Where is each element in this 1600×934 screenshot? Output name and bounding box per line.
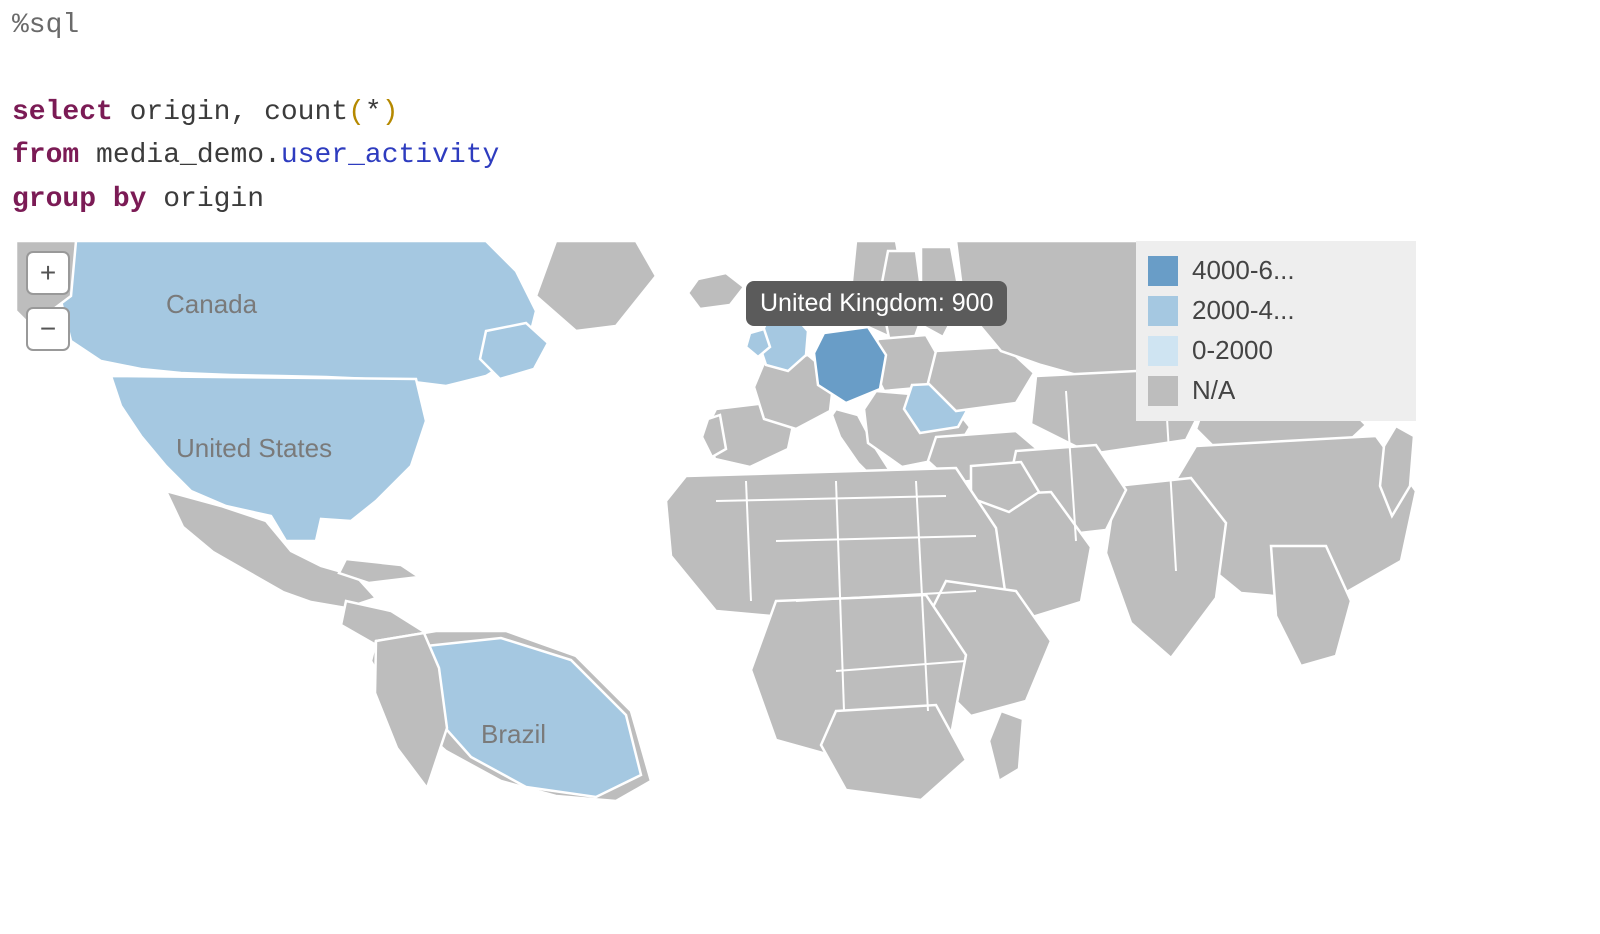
table-name: user_activity	[281, 140, 499, 171]
country-madagascar[interactable]	[989, 711, 1023, 781]
country-brazil[interactable]	[416, 638, 641, 797]
kw-select: select	[12, 97, 113, 128]
paren-open: (	[348, 97, 365, 128]
schema-name: media_demo	[79, 140, 264, 171]
kw-group-by: group by	[12, 184, 146, 215]
plus-icon: +	[40, 259, 56, 287]
country-greenland[interactable]	[536, 241, 656, 331]
legend-item[interactable]: 2000-4...	[1148, 291, 1404, 331]
legend-item[interactable]: N/A	[1148, 371, 1404, 411]
zoom-controls: + −	[26, 251, 70, 351]
group-col: origin	[146, 184, 264, 215]
kw-from: from	[12, 140, 79, 171]
minus-icon: −	[40, 315, 56, 343]
code-origin: origin,	[113, 97, 264, 128]
legend-swatch-icon	[1148, 336, 1178, 366]
country-canada[interactable]	[61, 241, 536, 386]
country-southern-africa[interactable]	[821, 705, 966, 800]
map-legend: 4000-6... 2000-4... 0-2000 N/A	[1136, 241, 1416, 421]
paren-close: )	[382, 97, 399, 128]
zoom-out-button[interactable]: −	[26, 307, 70, 351]
legend-swatch-icon	[1148, 296, 1178, 326]
tooltip-text: United Kingdom: 900	[760, 289, 993, 317]
zoom-in-button[interactable]: +	[26, 251, 70, 295]
fn-count: count	[264, 97, 348, 128]
legend-label: 4000-6...	[1192, 255, 1295, 286]
legend-label: 2000-4...	[1192, 295, 1295, 326]
dot: .	[264, 140, 281, 171]
country-usa[interactable]	[111, 376, 426, 541]
legend-item[interactable]: 4000-6...	[1148, 251, 1404, 291]
legend-swatch-icon	[1148, 376, 1178, 406]
legend-label: N/A	[1192, 375, 1235, 406]
legend-label: 0-2000	[1192, 335, 1273, 366]
legend-swatch-icon	[1148, 256, 1178, 286]
sql-code-cell[interactable]: %sql select origin, count(*) from media_…	[0, 0, 1600, 231]
map-tooltip: United Kingdom: 900	[746, 281, 1007, 326]
country-canada-islands[interactable]	[480, 323, 548, 379]
star: *	[365, 97, 382, 128]
code-magic: %sql	[12, 10, 79, 41]
choropleth-map[interactable]: + − Canada United States Brazil United K…	[16, 241, 1416, 801]
country-india[interactable]	[1106, 478, 1226, 658]
country-iceland[interactable]	[688, 273, 744, 309]
legend-item[interactable]: 0-2000	[1148, 331, 1404, 371]
